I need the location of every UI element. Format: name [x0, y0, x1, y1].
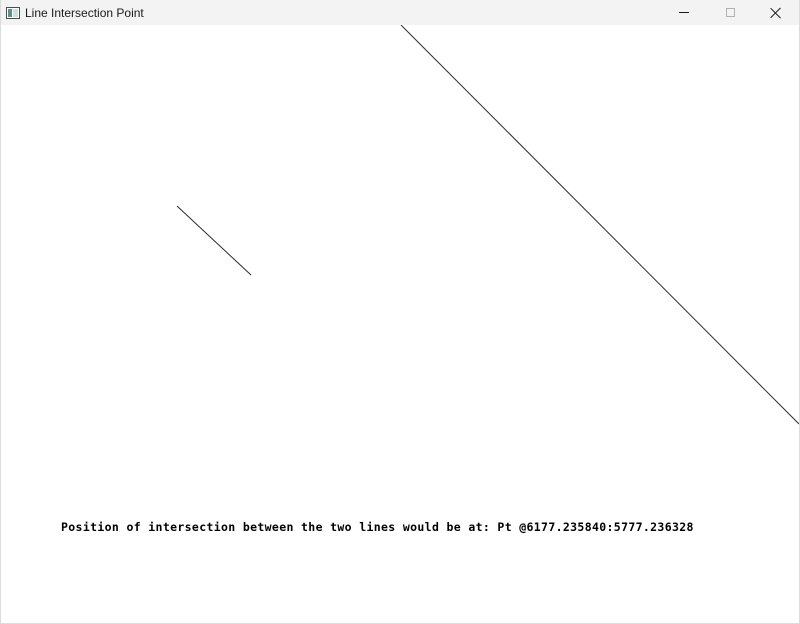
app-window: Line Intersection Point Position of inte… [0, 0, 800, 624]
maximize-icon [725, 8, 735, 17]
minimize-icon [679, 12, 689, 13]
close-button[interactable] [753, 0, 799, 25]
title-bar[interactable]: Line Intersection Point [1, 0, 799, 25]
drawing-canvas: Position of intersection between the two… [1, 25, 799, 623]
maximize-button[interactable] [707, 0, 753, 25]
intersection-result-text: Position of intersection between the two… [61, 520, 694, 534]
app-window-icon [6, 6, 20, 19]
window-title: Line Intersection Point [25, 5, 144, 20]
window-controls [661, 0, 799, 25]
short-line-segment [176, 205, 252, 276]
long-line-segment [400, 25, 799, 425]
minimize-button[interactable] [661, 0, 707, 25]
close-icon [770, 7, 782, 19]
